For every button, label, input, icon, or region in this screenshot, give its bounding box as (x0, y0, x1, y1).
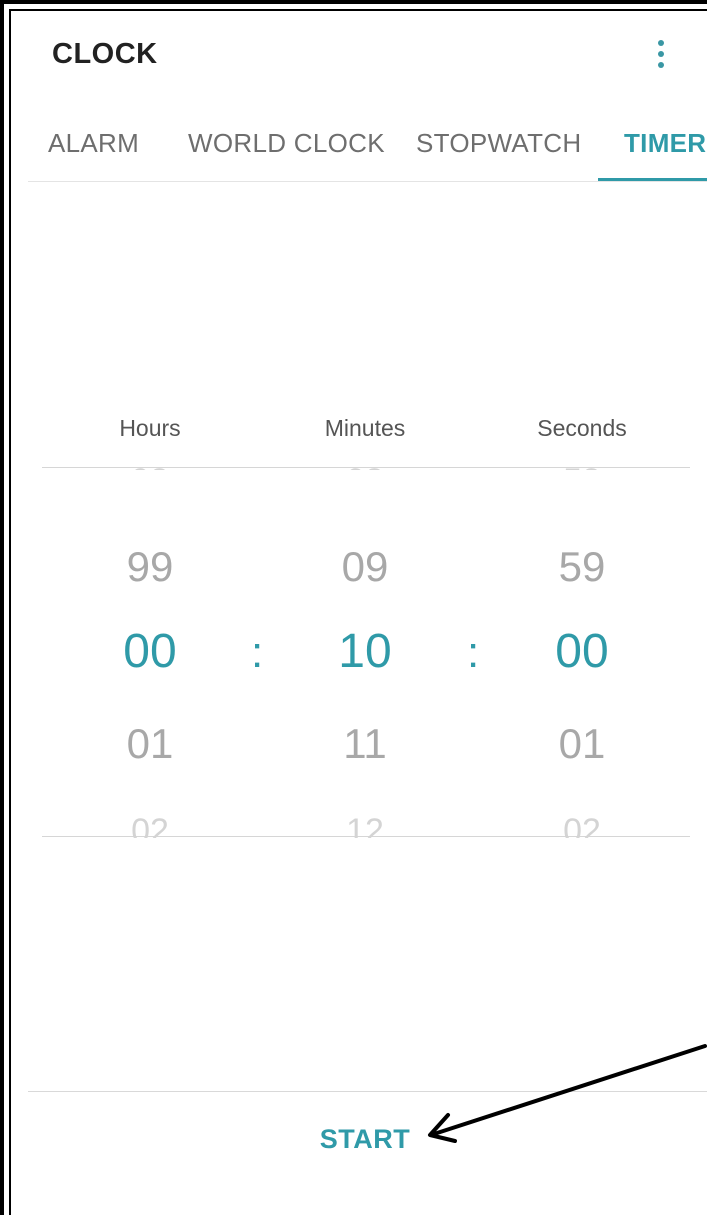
tab-timer[interactable]: TIMER (624, 128, 706, 159)
tab-world-clock[interactable]: WORLD CLOCK (188, 128, 385, 159)
hours-picker[interactable]: 99 00 01 (70, 540, 230, 780)
hours-value-above-1: 99 (126, 543, 174, 590)
minutes-value-below-2: 12 (346, 812, 384, 838)
start-button[interactable]: START (300, 1104, 430, 1174)
hours-value-above-2: 98 (70, 462, 230, 470)
picker-bottom-divider (42, 836, 690, 837)
minutes-value-selected: 10 (338, 625, 392, 678)
minutes-value-above-1: 09 (341, 543, 389, 590)
minutes-label: Minutes (324, 415, 406, 441)
hours-value-below-1: 01 (126, 720, 174, 767)
minutes-seconds-separator: : (467, 628, 480, 677)
menu-dot (658, 62, 664, 68)
menu-dot (658, 40, 664, 46)
hours-value-selected: 00 (123, 625, 177, 678)
hours-value-below-2: 02 (131, 812, 169, 838)
seconds-value-above-1: 59 (558, 543, 606, 590)
minutes-value-below-1: 11 (343, 720, 387, 767)
hours-label: Hours (119, 415, 181, 441)
seconds-value-below-2: 02 (563, 812, 601, 838)
seconds-label: Seconds (537, 415, 627, 441)
seconds-value-selected: 00 (555, 625, 609, 678)
picker-top-divider (42, 467, 690, 468)
more-options-icon[interactable] (644, 30, 678, 78)
minutes-picker[interactable]: 09 10 11 (285, 540, 445, 780)
hours-minutes-separator: : (251, 628, 264, 677)
app-title: CLOCK (52, 38, 158, 70)
tab-stopwatch[interactable]: STOPWATCH (416, 128, 581, 159)
tab-bar-divider (28, 181, 707, 182)
menu-dot (658, 51, 664, 57)
tab-alarm[interactable]: ALARM (48, 128, 139, 159)
seconds-value-below-1: 01 (558, 720, 606, 767)
minutes-value-above-2: 08 (285, 462, 445, 470)
seconds-value-above-2: 58 (502, 462, 662, 470)
bottom-bar-divider (28, 1091, 707, 1092)
seconds-picker[interactable]: 59 00 01 (502, 540, 662, 780)
